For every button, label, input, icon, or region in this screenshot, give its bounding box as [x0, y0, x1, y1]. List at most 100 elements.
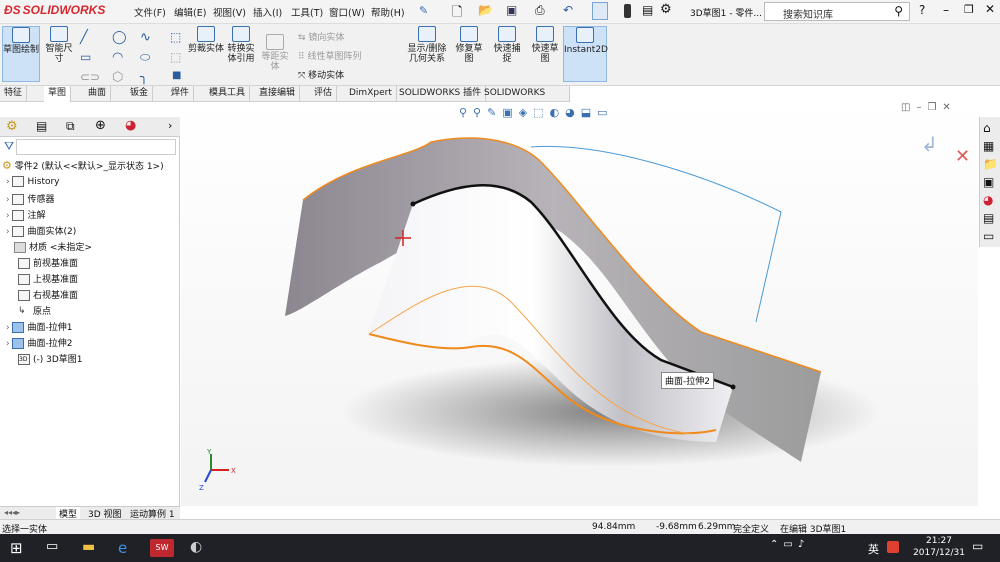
- tree-filter-input[interactable]: [16, 139, 176, 155]
- configuration-manager-icon[interactable]: ⧉: [66, 119, 75, 134]
- menu-help[interactable]: 帮助(H): [371, 5, 405, 19]
- ellipse-icon[interactable]: ⬭: [140, 50, 150, 65]
- display-delete-relations-button[interactable]: 显示/删除几何关系: [404, 26, 450, 64]
- point-icon[interactable]: ■: [172, 70, 181, 81]
- menu-insert[interactable]: 插入(I): [253, 5, 282, 19]
- close-icon[interactable]: ✕: [985, 2, 995, 16]
- tab-mold-tools[interactable]: 模具工具: [205, 86, 251, 102]
- sketch-endpoint[interactable]: [730, 384, 736, 390]
- view-palette-icon[interactable]: ▣: [983, 175, 994, 189]
- tab-features[interactable]: 特征: [0, 86, 28, 102]
- tree-item-surface-extrude1[interactable]: › 曲面-拉伸1: [6, 320, 72, 333]
- menu-file[interactable]: 文件(F): [134, 5, 166, 19]
- menu-edit[interactable]: 编辑(E): [174, 5, 206, 19]
- tab-evaluate[interactable]: 评估: [310, 86, 338, 102]
- file-explorer-taskbar-icon[interactable]: ▬: [82, 539, 100, 557]
- clock-time[interactable]: 21:27: [914, 536, 964, 546]
- linear-pattern-button[interactable]: ⠿ 线性草图阵列: [298, 49, 361, 62]
- tree-item-right-plane[interactable]: 右视基准面: [18, 288, 78, 301]
- property-manager-icon[interactable]: ▤: [36, 119, 47, 133]
- minimize-icon[interactable]: –: [943, 3, 949, 17]
- convert-entities-button[interactable]: 转换实体引用: [225, 26, 257, 64]
- circle-icon[interactable]: ◯: [112, 30, 127, 45]
- tab-dimxpert[interactable]: DimXpert: [345, 86, 397, 102]
- solidworks-taskbar-icon[interactable]: SW: [150, 539, 174, 557]
- help-icon[interactable]: ?: [919, 3, 925, 17]
- options-gear-icon[interactable]: ⚙: [660, 2, 672, 17]
- save-icon[interactable]: ▣: [506, 3, 517, 17]
- tab-surfaces[interactable]: 曲面: [84, 86, 112, 102]
- text-icon[interactable]: ⬚: [170, 30, 181, 44]
- fillet-icon[interactable]: ╮: [140, 70, 148, 85]
- tree-item-surface-bodies[interactable]: › 曲面实体(2): [6, 224, 76, 237]
- tree-item-origin[interactable]: ↳ 原点: [18, 304, 51, 317]
- select-cursor-icon[interactable]: [592, 2, 608, 20]
- task-view-icon[interactable]: ▭: [46, 539, 64, 557]
- expand-icon[interactable]: ›: [6, 177, 10, 187]
- file-explorer-icon[interactable]: 📁: [983, 157, 998, 171]
- tab-solidworks-mbd[interactable]: SOLIDWORKS MBD: [480, 86, 570, 113]
- design-library-icon[interactable]: ▦: [983, 139, 994, 153]
- offset-entities-button[interactable]: 等距实体: [259, 34, 291, 72]
- repair-sketch-button[interactable]: 修复草图: [452, 26, 486, 64]
- custom-properties-icon[interactable]: ▤: [983, 211, 994, 225]
- tab-direct-editing[interactable]: 直接编辑: [255, 86, 301, 102]
- ime-indicator[interactable]: 英: [868, 541, 879, 557]
- pin-icon[interactable]: ✎: [419, 4, 428, 17]
- tree-root[interactable]: ⚙ 零件2 (默认<<默认>_显示状态 1>): [2, 159, 164, 172]
- windows-start-icon[interactable]: ⊞: [10, 539, 28, 557]
- filter-icon[interactable]: ⛛: [4, 139, 14, 154]
- spline-icon[interactable]: ∿: [140, 30, 151, 45]
- undo-icon[interactable]: ↶: [563, 3, 573, 17]
- dimxpert-manager-icon[interactable]: ⊕: [95, 118, 106, 133]
- menu-window[interactable]: 窗口(W): [329, 5, 365, 19]
- forum-icon[interactable]: ▭: [983, 229, 994, 243]
- tree-item-sensors[interactable]: › 传感器: [6, 192, 55, 205]
- sketch-button[interactable]: 草图绘制: [2, 26, 40, 82]
- restore-icon[interactable]: ❐: [964, 3, 974, 16]
- sketch-endpoint[interactable]: [410, 201, 416, 207]
- display-manager-icon[interactable]: ◕: [125, 118, 136, 133]
- 3d-model-view[interactable]: Y X Z: [181, 102, 978, 506]
- quick-snaps-button[interactable]: 快速捕捉: [490, 26, 524, 64]
- chevron-right-icon[interactable]: ›: [168, 119, 172, 132]
- polygon-icon[interactable]: ⬡: [112, 70, 123, 85]
- menu-tools[interactable]: 工具(T): [291, 5, 323, 19]
- clock-date[interactable]: 2017/12/31: [910, 548, 968, 558]
- menu-view[interactable]: 视图(V): [213, 5, 246, 19]
- tree-item-front-plane[interactable]: 前视基准面: [18, 256, 78, 269]
- rectangle-icon[interactable]: ▭: [80, 50, 91, 64]
- notifications-icon[interactable]: ▭: [972, 539, 990, 557]
- trim-entities-button[interactable]: 剪裁实体: [188, 26, 224, 54]
- search-input[interactable]: 搜索知识库 ⚲: [764, 2, 910, 21]
- slot-icon[interactable]: ⊂⊃: [80, 70, 100, 84]
- tree-item-3d-sketch1[interactable]: 3D (-) 3D草图1: [18, 352, 83, 365]
- tree-item-top-plane[interactable]: 上视基准面: [18, 272, 78, 285]
- smart-dimension-button[interactable]: 智能尺寸: [42, 26, 76, 64]
- rapid-sketch-button[interactable]: 快速草图: [528, 26, 562, 64]
- search-icon[interactable]: ⚲: [894, 4, 903, 18]
- tab-weldments[interactable]: 焊件: [167, 86, 195, 102]
- mirror-entities-button[interactable]: ⇆ 镜向实体: [298, 30, 344, 43]
- scroll-arrows[interactable]: ◂◂◂▸: [4, 508, 20, 517]
- tab-sheet-metal[interactable]: 钣金: [126, 86, 154, 102]
- tree-item-history[interactable]: › History: [6, 176, 60, 187]
- system-tray-icons[interactable]: ⌃▭♪: [770, 539, 850, 557]
- tree-item-surface-extrude2[interactable]: › 曲面-拉伸2: [6, 336, 72, 349]
- input-method-icon[interactable]: [887, 541, 899, 553]
- file-properties-icon[interactable]: ▤: [642, 3, 653, 17]
- new-doc-icon[interactable]: 🗋: [452, 3, 462, 25]
- instant2d-button[interactable]: Instant2D: [563, 26, 608, 82]
- open-icon[interactable]: 📂: [478, 3, 493, 17]
- tree-item-material[interactable]: 材质 <未指定>: [14, 240, 92, 253]
- solidworks-logo[interactable]: ƉS SOLIDWORKS: [4, 3, 105, 17]
- move-entities-button[interactable]: ⤧ 移动实体: [298, 68, 344, 81]
- line-icon[interactable]: ╱: [80, 30, 88, 45]
- tree-item-annotations[interactable]: › 注解: [6, 208, 46, 221]
- rebuild-icon[interactable]: [624, 4, 631, 18]
- print-icon[interactable]: ⎙: [535, 3, 545, 18]
- appearances-icon[interactable]: ◕: [983, 193, 993, 207]
- feature-tree-icon[interactable]: ⚙: [6, 119, 18, 134]
- tab-solidworks-addins[interactable]: SOLIDWORKS 插件: [395, 86, 487, 102]
- plane-icon[interactable]: ⬚: [170, 50, 181, 64]
